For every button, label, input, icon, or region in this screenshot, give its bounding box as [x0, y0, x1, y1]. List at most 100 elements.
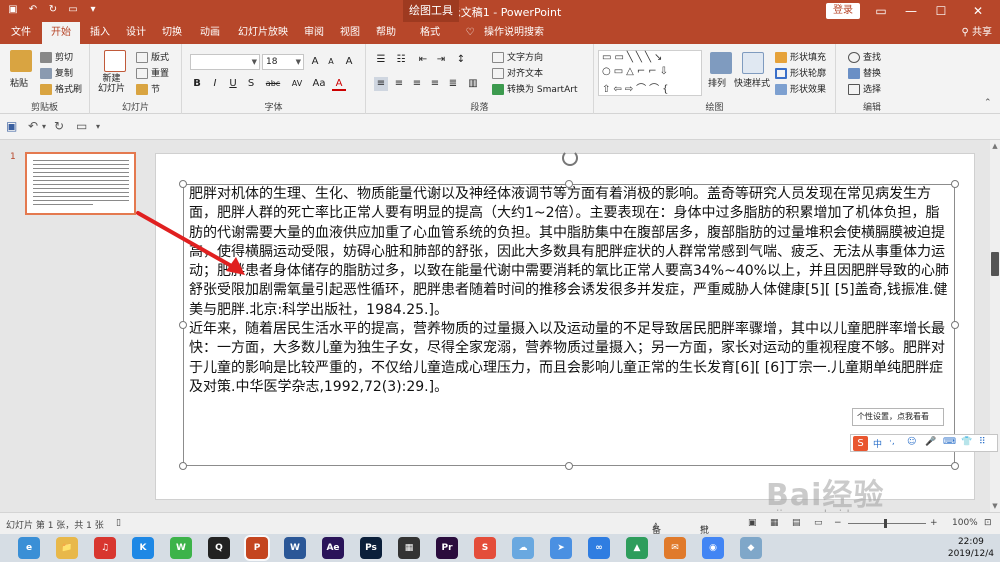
normal-view-icon[interactable]: ▣	[748, 518, 757, 528]
cut-button[interactable]: 剪切	[40, 50, 73, 63]
wps-icon[interactable]: S	[474, 537, 496, 559]
slideshow-view-icon[interactable]: ▭	[814, 518, 823, 528]
smartart-button[interactable]: 转换为 SmartArt	[492, 82, 577, 95]
resize-handle[interactable]	[565, 462, 573, 470]
resize-handle[interactable]	[951, 321, 959, 329]
sogou-ime-toolbar[interactable]: S 中 ·, ☺ 🎤 ⌨ 👕 ⠿	[850, 434, 998, 452]
spellcheck-icon[interactable]: ▯	[116, 518, 121, 528]
scroll-down-icon[interactable]: ▼	[990, 502, 1000, 510]
text-direction-button[interactable]: 文字方向	[492, 50, 543, 63]
grow-font-button[interactable]: A	[308, 55, 322, 69]
file-explorer-icon[interactable]: 📁	[56, 537, 78, 559]
tab-help[interactable]: 帮助	[370, 22, 402, 44]
powerpoint-icon[interactable]: P	[246, 537, 268, 559]
vertical-scrollbar[interactable]: ▲ ▼	[990, 140, 1000, 512]
reset-button[interactable]: 重置	[136, 66, 169, 79]
bold-button[interactable]: B	[190, 77, 204, 91]
shadow-button[interactable]: S	[244, 77, 258, 91]
distribute-icon[interactable]: ≣	[446, 77, 460, 91]
tab-file[interactable]: 文件	[4, 22, 38, 44]
resize-handle[interactable]	[179, 180, 187, 188]
toolbox-icon[interactable]: ⠿	[979, 437, 986, 447]
tab-animations[interactable]: 动画	[192, 22, 228, 44]
keyboard-icon[interactable]: ⌨	[943, 437, 956, 447]
kugou-icon[interactable]: K	[132, 537, 154, 559]
arrange-icon[interactable]	[710, 52, 732, 74]
wechat-icon[interactable]: W	[170, 537, 192, 559]
line-spacing-icon[interactable]: ↕	[454, 53, 468, 67]
align-left-icon[interactable]: ≡	[374, 77, 388, 91]
app-icon[interactable]: ◆	[740, 537, 762, 559]
start-slideshow-icon[interactable]: ▭	[76, 119, 87, 133]
ribbon-display-options-icon[interactable]: ▭	[866, 0, 896, 22]
premiere-icon[interactable]: Pr	[436, 537, 458, 559]
after-effects-icon[interactable]: Ae	[322, 537, 344, 559]
shape-outline-button[interactable]: 形状轮廓	[775, 66, 826, 79]
tab-insert[interactable]: 插入	[84, 22, 116, 44]
word-icon[interactable]: W	[284, 537, 306, 559]
align-center-icon[interactable]: ≡	[392, 77, 406, 91]
new-slide-button[interactable]: 新建 幻灯片	[98, 74, 125, 94]
quick-styles-icon[interactable]	[742, 52, 764, 74]
system-clock[interactable]: 22:09 2019/12/4	[948, 536, 994, 560]
close-button[interactable]: ✕	[956, 0, 1000, 22]
undo-dropdown-icon[interactable]: ▾	[42, 122, 46, 131]
tab-design[interactable]: 设计	[120, 22, 152, 44]
numbering-icon[interactable]: ☷	[394, 53, 408, 67]
justify-icon[interactable]: ≡	[428, 77, 442, 91]
arrow-app-icon[interactable]: ➤	[550, 537, 572, 559]
slide-thumbnail[interactable]	[25, 152, 136, 215]
section-button[interactable]: 节	[136, 82, 160, 95]
maximize-button[interactable]: ☐	[926, 0, 956, 22]
find-button[interactable]: 查找	[848, 50, 881, 63]
increase-indent-icon[interactable]: ⇥	[434, 53, 448, 67]
slide-sorter-icon[interactable]: ▦	[770, 518, 779, 528]
resize-handle[interactable]	[951, 462, 959, 470]
scrollbar-thumb[interactable]	[991, 252, 999, 276]
tab-view[interactable]: 视图	[334, 22, 366, 44]
resize-handle[interactable]	[951, 180, 959, 188]
foxmail-icon[interactable]: ✉	[664, 537, 686, 559]
paste-icon[interactable]	[10, 50, 32, 72]
select-button[interactable]: 选择	[848, 82, 881, 95]
image-app-icon[interactable]: ▲	[626, 537, 648, 559]
ime-mode-chinese[interactable]: 中	[873, 437, 882, 450]
photoshop-icon[interactable]: Ps	[360, 537, 382, 559]
change-case-button[interactable]: Aa	[310, 77, 328, 91]
baidu-netdisk-icon[interactable]: ∞	[588, 537, 610, 559]
shape-fill-button[interactable]: 形状填充	[775, 50, 826, 63]
underline-button[interactable]: U	[226, 77, 240, 91]
shrink-font-button[interactable]: A	[324, 55, 338, 69]
zoom-slider[interactable]	[848, 523, 926, 524]
shape-effects-button[interactable]: 形状效果	[775, 82, 826, 95]
align-text-button[interactable]: 对齐文本	[492, 66, 543, 79]
character-spacing-button[interactable]: AV	[288, 77, 306, 91]
share-button[interactable]: ⚲ 共享	[961, 22, 992, 44]
minimize-button[interactable]: —	[896, 0, 926, 22]
zoom-in-icon[interactable]: +	[930, 518, 938, 528]
zoom-level[interactable]: 100%	[952, 518, 978, 528]
quick-styles-button[interactable]: 快速样式	[734, 76, 770, 89]
tell-me-search[interactable]: 操作说明搜索	[478, 22, 550, 44]
redo-icon[interactable]: ↻	[54, 119, 64, 133]
bullets-icon[interactable]: ☰	[374, 53, 388, 67]
collapse-ribbon-icon[interactable]: ⌃	[984, 98, 992, 108]
tab-home[interactable]: 开始	[42, 22, 80, 44]
fit-to-window-icon[interactable]: ⊡	[984, 518, 992, 528]
strikethrough-button[interactable]: abc	[262, 77, 284, 91]
resize-handle[interactable]	[179, 462, 187, 470]
save-icon[interactable]: ▣	[6, 119, 17, 133]
browser-icon[interactable]: e	[18, 537, 40, 559]
italic-button[interactable]: I	[208, 77, 222, 91]
clear-formatting-button[interactable]: A	[342, 55, 356, 69]
login-button[interactable]: 登录	[826, 3, 860, 19]
tab-review[interactable]: 审阅	[298, 22, 330, 44]
new-slide-icon[interactable]	[104, 50, 126, 72]
columns-icon[interactable]: ▥	[466, 77, 480, 91]
emoji-icon[interactable]: ☺	[907, 437, 916, 447]
undo-icon[interactable]: ↶	[28, 119, 38, 133]
cloud-app-icon[interactable]: ☁	[512, 537, 534, 559]
resize-handle[interactable]	[179, 321, 187, 329]
qq-icon[interactable]: Q	[208, 537, 230, 559]
zoom-out-icon[interactable]: −	[834, 518, 842, 528]
